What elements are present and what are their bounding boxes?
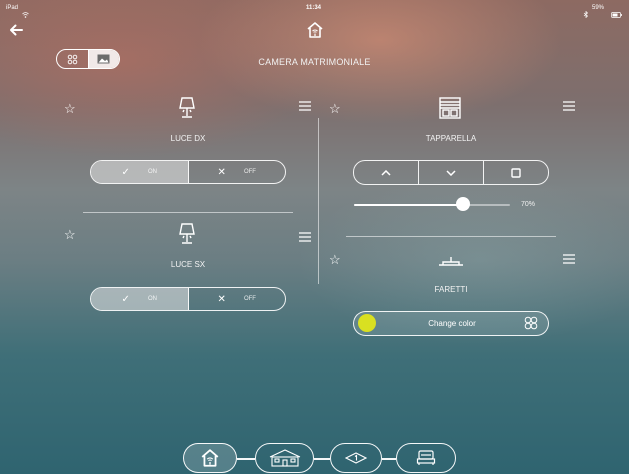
shutter-slider[interactable]	[354, 197, 510, 211]
on-button[interactable]: ✓ ON	[91, 288, 189, 310]
menu-icon[interactable]	[563, 251, 575, 269]
on-off-toggle[interactable]: ✓ ON ✕ OFF	[90, 160, 286, 184]
chevron-down-icon	[446, 169, 456, 176]
menu-icon[interactable]	[563, 98, 575, 116]
device-label: LUCE DX	[170, 134, 206, 143]
shutter-icon	[439, 97, 461, 119]
left-divider	[83, 212, 293, 213]
check-icon: ✓	[121, 166, 130, 178]
change-color-label: Change color	[428, 319, 476, 328]
floor-icon	[345, 452, 367, 464]
room-icon	[416, 450, 436, 465]
nav-building-button[interactable]	[255, 443, 314, 473]
change-color-button[interactable]: Change color	[353, 311, 549, 336]
cross-icon: ✕	[217, 293, 226, 305]
shutter-stop-button[interactable]	[483, 161, 548, 184]
shutter-controls[interactable]	[353, 160, 549, 185]
nav-floor-button[interactable]	[330, 443, 382, 473]
lamp-icon	[176, 222, 198, 246]
shutter-level: 70%	[521, 201, 536, 208]
check-icon: ✓	[121, 293, 130, 305]
on-button[interactable]: ✓ ON	[91, 161, 189, 183]
home-icon	[201, 449, 219, 467]
status-time: 11:34	[306, 5, 322, 11]
stop-icon	[511, 167, 521, 178]
device-label: FARETTI	[434, 285, 468, 294]
slider-fill	[354, 204, 464, 206]
favorite-star-icon[interactable]: ☆	[329, 101, 341, 117]
battery-icon	[611, 5, 622, 18]
favorite-star-icon[interactable]: ☆	[64, 227, 76, 243]
chevron-up-icon	[381, 169, 391, 176]
nav-connector	[382, 458, 396, 460]
room-title: CAMERA MATRIMONIALE	[258, 57, 371, 67]
vertical-divider	[318, 118, 319, 284]
building-icon	[269, 449, 300, 467]
nav-connector	[237, 458, 255, 460]
nav-home-button[interactable]	[183, 443, 237, 473]
background	[0, 0, 629, 474]
nav-room-button[interactable]	[396, 443, 456, 473]
favorite-star-icon[interactable]: ☆	[64, 101, 76, 117]
device-name: iPad	[6, 5, 19, 11]
cross-icon: ✕	[217, 166, 226, 178]
nav-connector	[314, 458, 330, 460]
on-off-toggle[interactable]: ✓ ON ✕ OFF	[90, 287, 286, 311]
shutter-down-button[interactable]	[418, 161, 483, 184]
home-header-icon	[306, 21, 324, 39]
menu-icon[interactable]	[299, 98, 311, 116]
lamp-icon	[176, 96, 198, 120]
device-label: LUCE SX	[170, 260, 206, 269]
off-button[interactable]: ✕ OFF	[189, 161, 286, 183]
back-arrow-icon[interactable]	[9, 24, 23, 36]
favorite-star-icon[interactable]: ☆	[329, 252, 341, 268]
menu-icon[interactable]	[299, 229, 311, 247]
palette-icon	[524, 316, 538, 335]
shutter-up-button[interactable]	[354, 161, 418, 184]
spotlight-icon	[437, 255, 465, 269]
off-button[interactable]: ✕ OFF	[189, 288, 286, 310]
battery-percent: 59%	[592, 5, 605, 11]
device-label: TAPPARELLA	[425, 134, 477, 143]
bluetooth-icon	[583, 5, 589, 19]
right-divider	[346, 236, 556, 237]
wifi-icon	[22, 5, 29, 18]
